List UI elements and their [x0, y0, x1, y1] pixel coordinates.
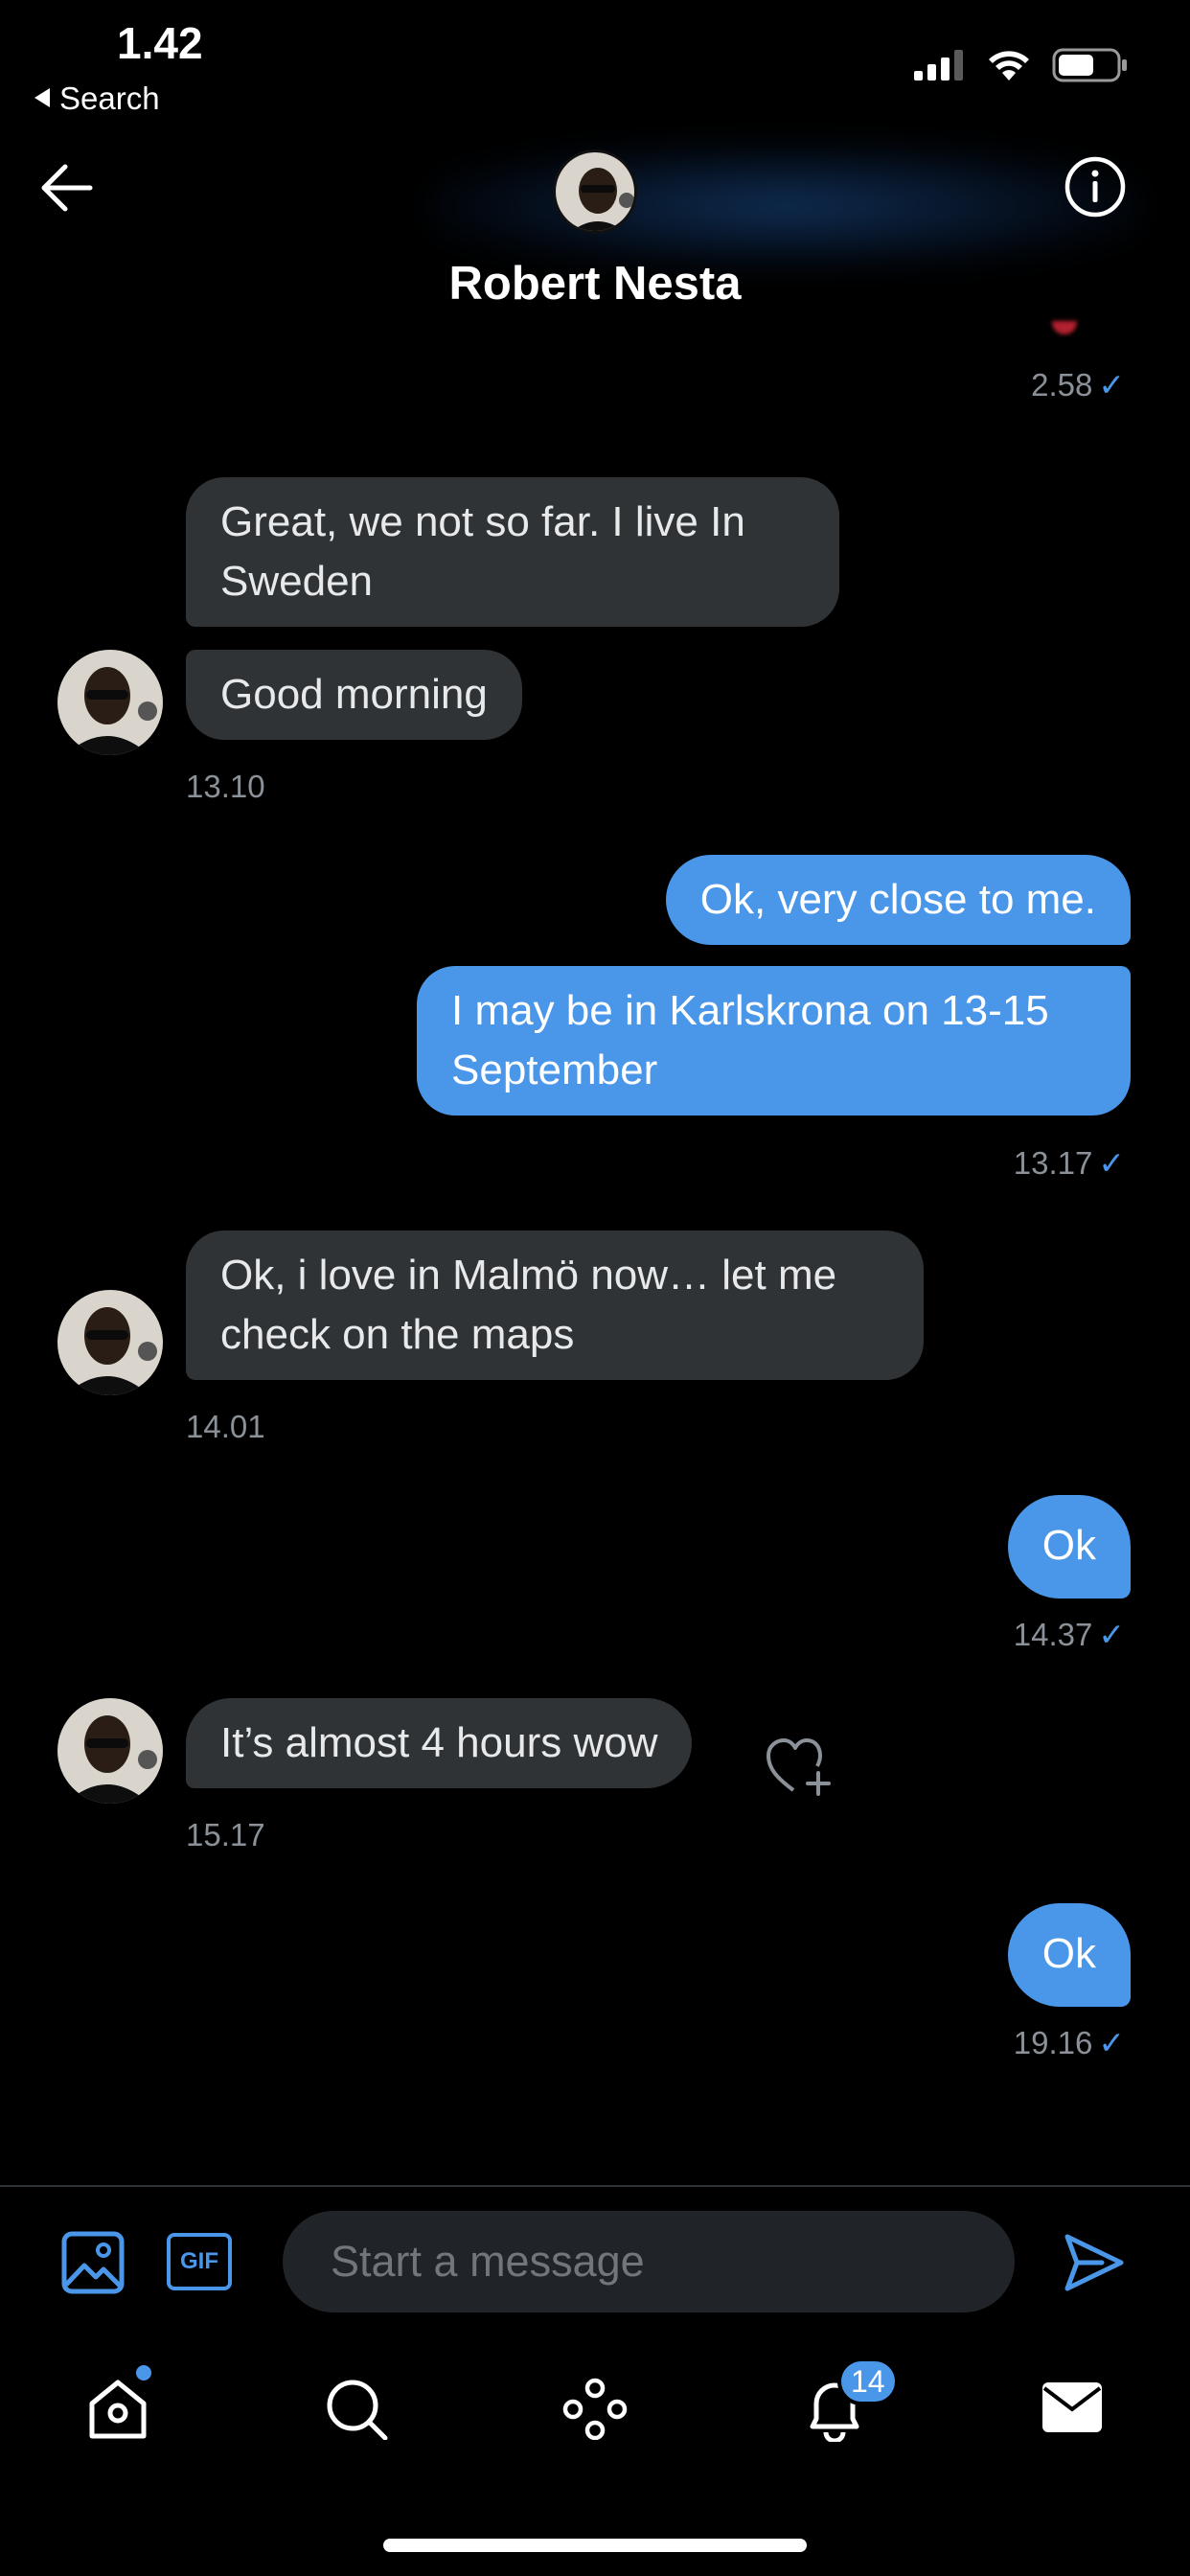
contact-avatar[interactable] [57, 1698, 163, 1804]
home-icon [89, 2380, 147, 2439]
timestamp-text: 14.37 [1013, 1617, 1093, 1652]
back-triangle-icon [34, 88, 50, 107]
sent-message-bubble[interactable]: I may be in Karlskrona on 13-15 Septembe… [417, 966, 1131, 1116]
message-timestamp: 19.16 ✓ [1014, 2024, 1125, 2061]
header-avatar[interactable] [553, 150, 637, 234]
back-to-search-label: Search [59, 80, 160, 116]
tab-search[interactable] [324, 2377, 389, 2445]
received-message-bubble[interactable]: Good morning [186, 650, 522, 740]
timestamp-text: 13.17 [1013, 1145, 1093, 1181]
message-timestamp: 13.17 ✓ [1014, 1144, 1125, 1182]
timestamp-text: 19.16 [1013, 2025, 1093, 2060]
read-check-icon: ✓ [1098, 1617, 1125, 1652]
home-indicator[interactable] [383, 2539, 807, 2552]
heart-plus-icon [767, 1738, 831, 1796]
tab-spaces[interactable] [561, 2377, 629, 2445]
received-message-bubble[interactable]: Great, we not so far. I live In Sweden [186, 477, 839, 627]
message-timestamp: 13.10 [186, 769, 265, 804]
tab-home[interactable] [84, 2377, 151, 2445]
read-check-icon: ✓ [1098, 367, 1125, 402]
read-check-icon: ✓ [1098, 2025, 1125, 2060]
avatar-photo [57, 650, 163, 755]
message-timestamp: 2.58 ✓ [1031, 366, 1125, 403]
message-timestamp: 14.01 [186, 1409, 265, 1444]
avatar-photo [57, 1698, 163, 1804]
info-icon [1064, 156, 1126, 218]
notifications-badge: 14 [837, 2358, 899, 2405]
timestamp-text: 2.58 [1031, 367, 1093, 402]
received-message-bubble[interactable]: Ok, i love in Malmö now… let me check on… [186, 1230, 924, 1380]
wifi-icon [989, 51, 1029, 80]
contact-avatar[interactable] [57, 650, 163, 755]
mail-icon [1042, 2382, 1102, 2432]
gif-label: GIF [180, 2248, 218, 2274]
sent-message-bubble[interactable]: Ok [1007, 1495, 1131, 1598]
send-button[interactable] [1064, 2233, 1125, 2297]
status-time: 1.42 [117, 18, 203, 68]
media-button[interactable] [61, 2231, 125, 2299]
tab-messages[interactable] [1041, 2380, 1104, 2439]
image-icon [61, 2231, 125, 2294]
received-message-bubble[interactable]: It’s almost 4 hours wow [186, 1698, 693, 1788]
composer-divider [0, 2185, 1190, 2187]
back-to-search[interactable]: Search [34, 80, 160, 117]
header-redaction-blur [431, 144, 1140, 268]
message-timestamp: 15.17 [186, 1817, 265, 1852]
partial-reaction-icon [1052, 321, 1077, 334]
message-input[interactable] [283, 2211, 1015, 2312]
sent-message-bubble[interactable]: Ok, very close to me. [665, 855, 1131, 945]
read-check-icon: ✓ [1098, 1145, 1125, 1181]
search-icon [327, 2380, 388, 2441]
contact-name[interactable]: Robert Nesta [0, 257, 1190, 310]
status-icons [914, 46, 1129, 84]
message-timestamp: 14.37 ✓ [1014, 1616, 1125, 1653]
info-button[interactable] [1064, 155, 1127, 223]
arrow-left-icon [41, 164, 93, 212]
react-button[interactable] [765, 1735, 834, 1803]
signal-icon [914, 50, 963, 80]
gif-button[interactable]: GIF [167, 2233, 232, 2290]
back-button[interactable] [38, 161, 96, 219]
spaces-icon [562, 2378, 628, 2441]
battery-icon [1052, 48, 1127, 82]
avatar-photo [57, 1290, 163, 1395]
sent-message-bubble[interactable]: Ok [1007, 1903, 1131, 2007]
contact-avatar[interactable] [57, 1290, 163, 1395]
send-icon [1064, 2234, 1124, 2291]
home-unread-dot [136, 2365, 151, 2380]
